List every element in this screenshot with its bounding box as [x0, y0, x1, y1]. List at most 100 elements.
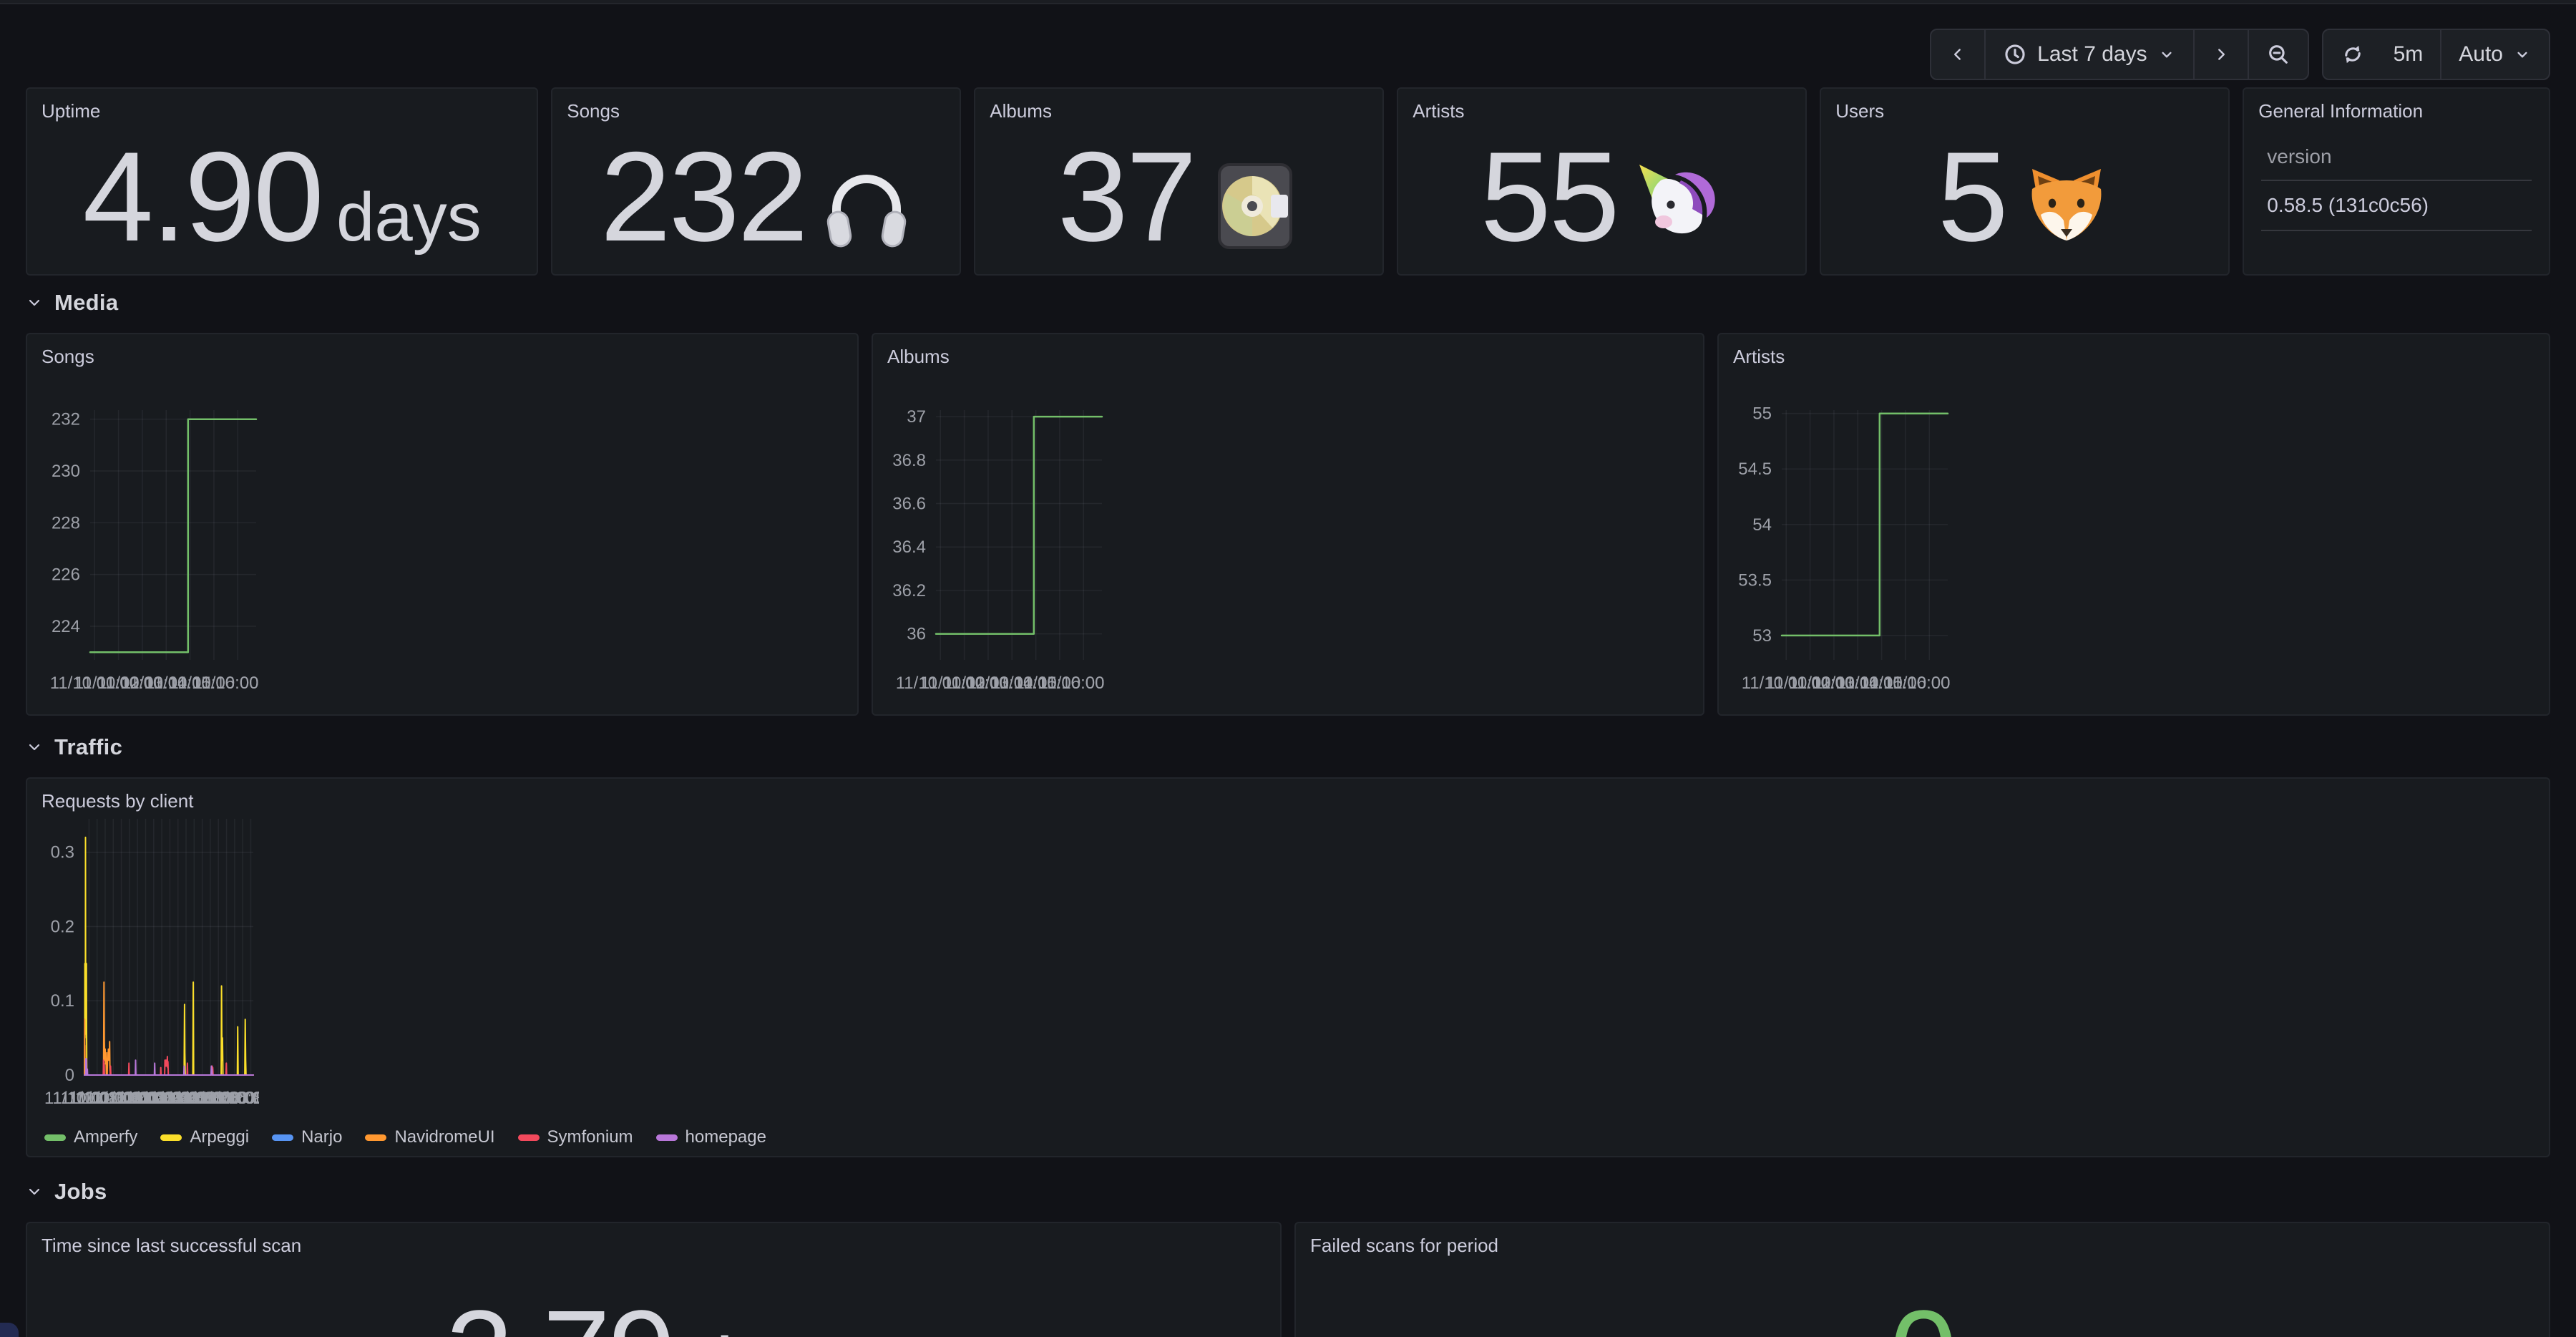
section-label: Traffic [54, 734, 122, 760]
time-range-button[interactable]: Last 7 days [1984, 30, 2192, 79]
uptime-value-group: 4.90 days [83, 133, 482, 261]
songs-value: 232 [600, 133, 806, 261]
y-tick-label: 37 [907, 407, 926, 427]
panel-songs-stat: Songs 232 [551, 87, 961, 276]
uptime-unit: days [336, 178, 482, 257]
legend-item-NavidromeUI[interactable]: NavidromeUI [365, 1127, 494, 1147]
chevron-right-icon [2212, 45, 2230, 64]
time-forward-button[interactable] [2193, 30, 2248, 79]
refresh-interval-label: 5m [2394, 42, 2424, 67]
y-tick-label: 54.5 [1738, 460, 1772, 479]
series-line-Albums [936, 417, 1102, 634]
y-tick-label: 0.3 [51, 843, 74, 862]
artists-chart: 11/10 00:0011/11 00:0011/12 00:0011/13 0… [1736, 370, 1951, 710]
chevron-down-icon [26, 1183, 43, 1200]
unicorn-icon [1632, 160, 1724, 252]
panel-title[interactable]: Time since last successful scan [27, 1223, 1280, 1257]
y-tick-label: 36 [907, 625, 926, 644]
legend-color-chip [44, 1134, 66, 1141]
y-tick-label: 36.6 [892, 494, 926, 513]
panel-users-stat: Users 5 [1820, 87, 2230, 276]
panel-title[interactable]: Albums [975, 89, 1382, 122]
panel-title[interactable]: Failed scans for period [1296, 1223, 2549, 1257]
refresh-picker-group: 5m Auto [2322, 29, 2550, 80]
y-tick-label: 53 [1752, 626, 1772, 646]
albums-chart: 11/10 00:0011/11 00:0011/12 00:0011/13 0… [890, 370, 1105, 710]
series-line-Arpeggi [84, 837, 253, 1075]
clock-icon [2003, 42, 2027, 67]
headphones-icon [821, 160, 912, 252]
panel-artists-stat: Artists 55 [1397, 87, 1807, 276]
legend-label: Arpeggi [190, 1127, 249, 1147]
legend-item-Symfonium[interactable]: Symfonium [518, 1127, 633, 1147]
refresh-icon [2341, 42, 2365, 67]
x-tick-label: 11/16 00:00 [193, 674, 259, 693]
section-label: Media [54, 290, 118, 316]
stats-row: Uptime 4.90 days Songs 232 Albums 37 [26, 87, 2550, 276]
panel-songs-chart: Songs 11/10 00:0011/11 00:0011/12 00:001… [26, 333, 859, 716]
panel-title[interactable]: Artists [1719, 334, 2549, 368]
panel-artists-chart: Artists 11/10 00:0011/11 00:0011/12 00:0… [1717, 333, 2550, 716]
minidisc-icon [1209, 160, 1301, 252]
time-back-button[interactable] [1931, 30, 1984, 79]
legend-color-chip [656, 1134, 678, 1141]
panel-uptime: Uptime 4.90 days [26, 87, 538, 276]
albums-value: 37 [1058, 133, 1195, 261]
auto-refresh-button[interactable]: Auto [2440, 30, 2549, 79]
version-value: 0.58.5 (131c0c56) [2261, 181, 2532, 231]
panel-requests-by-client: Requests by client 11/10 00:0011/10 08:0… [26, 777, 2550, 1157]
dashboard: Last 7 days 5m Auto [0, 29, 2576, 1337]
chevron-left-icon [1948, 45, 1967, 64]
section-jobs[interactable]: Jobs [26, 1180, 2550, 1203]
requests-by-client-chart: 11/10 00:0011/10 08:0011/10 16:0011/11 0… [44, 815, 259, 1115]
panel-title[interactable]: General Information [2244, 89, 2549, 122]
legend-item-Arpeggi[interactable]: Arpeggi [160, 1127, 249, 1147]
traffic-row: Requests by client 11/10 00:0011/10 08:0… [26, 777, 2550, 1157]
fox-icon [2021, 160, 2112, 252]
scan-time-value: 2.79 [446, 1293, 674, 1337]
legend-item-homepage[interactable]: homepage [656, 1127, 766, 1147]
jobs-row: Time since last successful scan 2.79 day… [26, 1222, 2550, 1337]
y-tick-label: 224 [52, 617, 80, 636]
version-column-header: version [2261, 142, 2532, 181]
panel-title[interactable]: Albums [873, 334, 1703, 368]
window-top-edge [0, 0, 2576, 4]
panel-general-information: General Information version 0.58.5 (131c… [2243, 87, 2550, 276]
panel-title[interactable]: Artists [1398, 89, 1805, 122]
y-tick-label: 0 [65, 1066, 74, 1085]
refresh-button[interactable]: 5m [2323, 30, 2441, 79]
auto-label: Auto [2459, 42, 2503, 67]
scan-time-unit: days [688, 1320, 862, 1337]
panel-title[interactable]: Uptime [27, 89, 537, 122]
series-line-Songs [90, 419, 256, 653]
chart-legend: Amperfy Arpeggi Narjo NavidromeUI Symfonium h… [44, 1127, 766, 1147]
time-picker-group: Last 7 days [1930, 29, 2308, 80]
section-label: Jobs [54, 1179, 107, 1205]
section-traffic[interactable]: Traffic [26, 736, 2550, 759]
section-media[interactable]: Media [26, 291, 2550, 314]
panel-albums-stat: Albums 37 [974, 87, 1384, 276]
panel-title[interactable]: Users [1821, 89, 2228, 122]
y-tick-label: 226 [52, 565, 80, 585]
legend-color-chip [365, 1134, 386, 1141]
dashboard-toolbar: Last 7 days 5m Auto [26, 29, 2550, 80]
songs-chart: 11/10 00:0011/11 00:0011/12 00:0011/13 0… [44, 370, 259, 710]
panel-albums-chart: Albums 11/10 00:0011/11 00:0011/12 00:00… [872, 333, 1704, 716]
panel-failed-scans: Failed scans for period 0 [1294, 1222, 2550, 1337]
legend-item-Amperfy[interactable]: Amperfy [44, 1127, 137, 1147]
chevron-down-icon [2513, 45, 2532, 64]
media-row: Songs 11/10 00:0011/11 00:0011/12 00:001… [26, 333, 2550, 716]
x-tick-label: 11/16 00:00 [1039, 674, 1105, 693]
panel-title[interactable]: Requests by client [27, 779, 2549, 812]
legend-label: Amperfy [74, 1127, 137, 1147]
zoom-out-button[interactable] [2248, 30, 2308, 79]
panel-title[interactable]: Songs [552, 89, 960, 122]
panel-title[interactable]: Songs [27, 334, 857, 368]
y-tick-label: 0.1 [51, 991, 74, 1011]
x-tick-label: 11/16 16:00 [206, 1089, 259, 1108]
series-line-NavidromeUI [84, 982, 253, 1075]
legend-label: Narjo [301, 1127, 342, 1147]
y-tick-label: 232 [52, 410, 80, 429]
legend-item-Narjo[interactable]: Narjo [272, 1127, 342, 1147]
legend-label: NavidromeUI [394, 1127, 494, 1147]
